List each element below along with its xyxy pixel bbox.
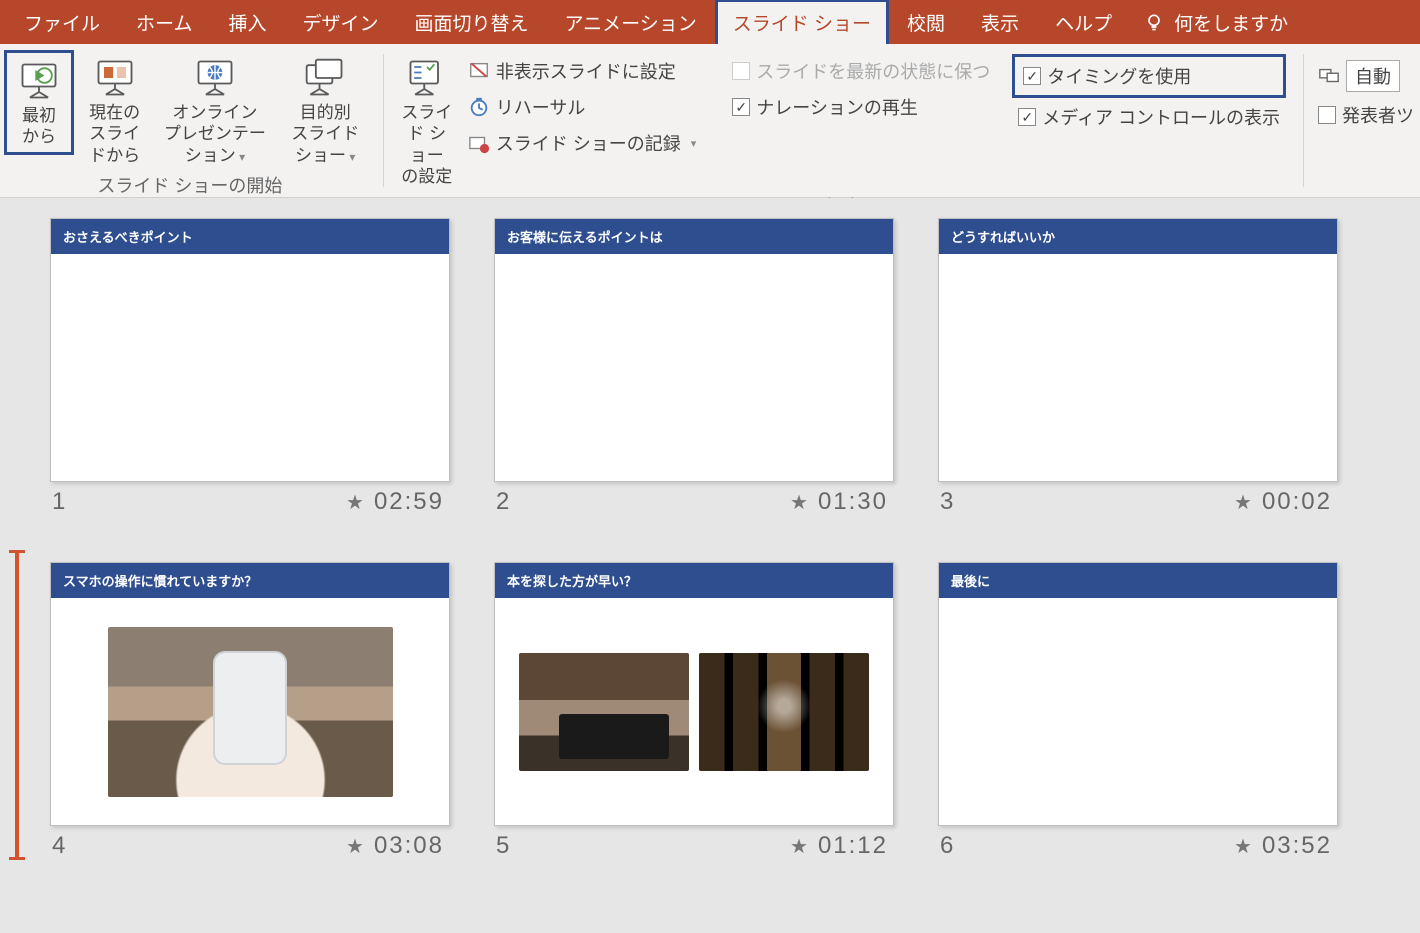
lightbulb-icon [1144, 12, 1164, 32]
rehearse-button[interactable]: リハーサル [462, 90, 703, 124]
play-narration-label: ナレーションの再生 [756, 94, 918, 120]
slide-title: スマホの操作に慣れていますか？ [51, 563, 449, 598]
ribbon-group-setup: スライド ショー の設定 非表示スライドに設定 リハーサル [384, 44, 1304, 197]
setup-slideshow-label: スライド ショー の設定 [400, 102, 454, 187]
projector-play-icon [17, 59, 61, 103]
slide-thumb-4[interactable]: スマホの操作に慣れていますか？ 4 ★ 03:08 [50, 562, 450, 860]
tell-me-label: 何をしますか [1174, 9, 1288, 36]
tab-file[interactable]: ファイル [6, 0, 118, 46]
tab-review[interactable]: 校閲 [889, 0, 963, 46]
slide-thumb-3[interactable]: どうすればいいか 3 ★ 00:02 [938, 218, 1338, 516]
slide-title: 最後に [939, 563, 1337, 598]
present-online-label: オンライン プレゼンテーション [163, 102, 267, 166]
keep-updated-checkbox: スライドを最新の状態に保つ [726, 54, 996, 88]
from-current-label: 現在の スライドから [82, 102, 147, 166]
star-icon: ★ [1234, 490, 1254, 515]
projector-stack-icon [303, 56, 347, 100]
checkbox-checked-icon: ✓ [1018, 108, 1036, 126]
tab-design[interactable]: デザイン [284, 0, 396, 46]
monitor-auto-row[interactable]: 自動 [1312, 56, 1420, 96]
group-start-label: スライド ショーの開始 [4, 170, 376, 198]
tab-help[interactable]: ヘルプ [1037, 0, 1130, 46]
custom-slideshow-button[interactable]: 目的別 スライド ショー [275, 50, 376, 170]
play-narration-checkbox[interactable]: ✓ ナレーションの再生 [726, 90, 996, 124]
slide-thumb-5[interactable]: 本を探した方が早い？ 5 ★ 01:12 [494, 562, 894, 860]
tab-insert[interactable]: 挿入 [210, 0, 284, 46]
keep-updated-label: スライドを最新の状態に保つ [756, 58, 990, 84]
slide-title: どうすればいいか [939, 219, 1337, 254]
checkbox-empty-icon [732, 62, 750, 80]
menu-bar: ファイル ホーム 挿入 デザイン 画面切り替え アニメーション スライド ショー… [0, 0, 1420, 44]
slide-number: 6 [940, 832, 953, 860]
slide-number: 2 [496, 488, 509, 516]
slide-number: 3 [940, 488, 953, 516]
tell-me-search[interactable]: 何をしますか [1130, 9, 1302, 36]
slide-thumb-2[interactable]: お客様に伝えるポイントは 2 ★ 01:30 [494, 218, 894, 516]
projector-checklist-icon [405, 56, 449, 100]
slide-timing: 02:59 [374, 488, 444, 516]
slide-timing: 01:30 [818, 488, 888, 516]
star-icon: ★ [790, 490, 810, 515]
from-beginning-label: 最初から [15, 105, 63, 148]
star-icon: ★ [790, 834, 810, 859]
slide-title: お客様に伝えるポイントは [495, 219, 893, 254]
image-placeholder [699, 653, 869, 771]
star-icon: ★ [346, 490, 366, 515]
checkbox-empty-icon [1318, 106, 1336, 124]
use-timings-label: タイミングを使用 [1047, 63, 1191, 89]
image-placeholder [108, 627, 393, 797]
projector-globe-icon [193, 56, 237, 100]
present-online-button[interactable]: オンライン プレゼンテーション [155, 50, 275, 170]
tab-slideshow[interactable]: スライド ショー [715, 0, 889, 46]
hide-slide-label: 非表示スライドに設定 [496, 58, 676, 84]
slide-timing: 03:52 [1262, 832, 1332, 860]
tab-transitions[interactable]: 画面切り替え [396, 0, 546, 46]
slide-grid: おさえるべきポイント 1 ★ 02:59 お客様に伝えるポイントは 2 ★ 01:3… [50, 218, 1410, 860]
record-slideshow-button[interactable]: スライド ショーの記録 ▾ [462, 126, 703, 160]
slide-timing: 00:02 [1262, 488, 1332, 516]
presenter-view-checkbox[interactable]: 発表者ツ [1312, 98, 1420, 132]
rehearse-label: リハーサル [496, 94, 586, 120]
tab-animations[interactable]: アニメーション [547, 0, 715, 46]
star-icon: ★ [1234, 834, 1254, 859]
slide-timing: 01:12 [818, 832, 888, 860]
from-beginning-button[interactable]: 最初から [4, 50, 74, 155]
use-timings-checkbox[interactable]: ✓ タイミングを使用 [1012, 54, 1286, 98]
slide-title: おさえるべきポイント [51, 219, 449, 254]
ribbon-group-start: 最初から 現在の スライドから [0, 44, 384, 197]
slide-thumb-1[interactable]: おさえるべきポイント 1 ★ 02:59 [50, 218, 450, 516]
star-icon: ★ [346, 834, 366, 859]
tab-home[interactable]: ホーム [118, 0, 210, 46]
slide-number: 5 [496, 832, 509, 860]
monitor-auto-label: 自動 [1346, 60, 1400, 92]
slide-thumb-6[interactable]: 最後に 6 ★ 03:52 [938, 562, 1338, 860]
media-controls-checkbox[interactable]: ✓ メディア コントロールの表示 [1012, 100, 1286, 134]
checkbox-checked-icon: ✓ [1023, 67, 1041, 85]
tab-view[interactable]: 表示 [963, 0, 1037, 46]
slide-timing: 03:08 [374, 832, 444, 860]
hide-slide-button[interactable]: 非表示スライドに設定 [462, 54, 703, 88]
record-icon [468, 132, 490, 154]
checkbox-checked-icon: ✓ [732, 98, 750, 116]
setup-slideshow-button[interactable]: スライド ショー の設定 [392, 50, 462, 191]
clock-icon [468, 96, 490, 118]
custom-slideshow-label: 目的別 スライド ショー [283, 102, 368, 166]
media-controls-label: メディア コントロールの表示 [1042, 104, 1280, 130]
image-placeholder [519, 653, 689, 771]
projector-current-icon [93, 56, 137, 100]
dual-monitor-icon [1318, 65, 1340, 87]
slide-title: 本を探した方が早い？ [495, 563, 893, 598]
chevron-down-icon: ▾ [691, 137, 697, 150]
slide-sorter-view[interactable]: おさえるべきポイント 1 ★ 02:59 お客様に伝えるポイントは 2 ★ 01:3… [0, 198, 1420, 933]
slide-number: 1 [52, 488, 65, 516]
record-slideshow-label: スライド ショーの記録 [496, 130, 681, 156]
insertion-marker [15, 550, 19, 860]
from-current-button[interactable]: 現在の スライドから [74, 50, 155, 170]
hide-slide-icon [468, 60, 490, 82]
slide-number: 4 [52, 832, 65, 860]
ribbon: 最初から 現在の スライドから [0, 44, 1420, 198]
ribbon-group-monitors: 自動 発表者ツ [1304, 44, 1420, 197]
presenter-view-label: 発表者ツ [1342, 102, 1414, 128]
